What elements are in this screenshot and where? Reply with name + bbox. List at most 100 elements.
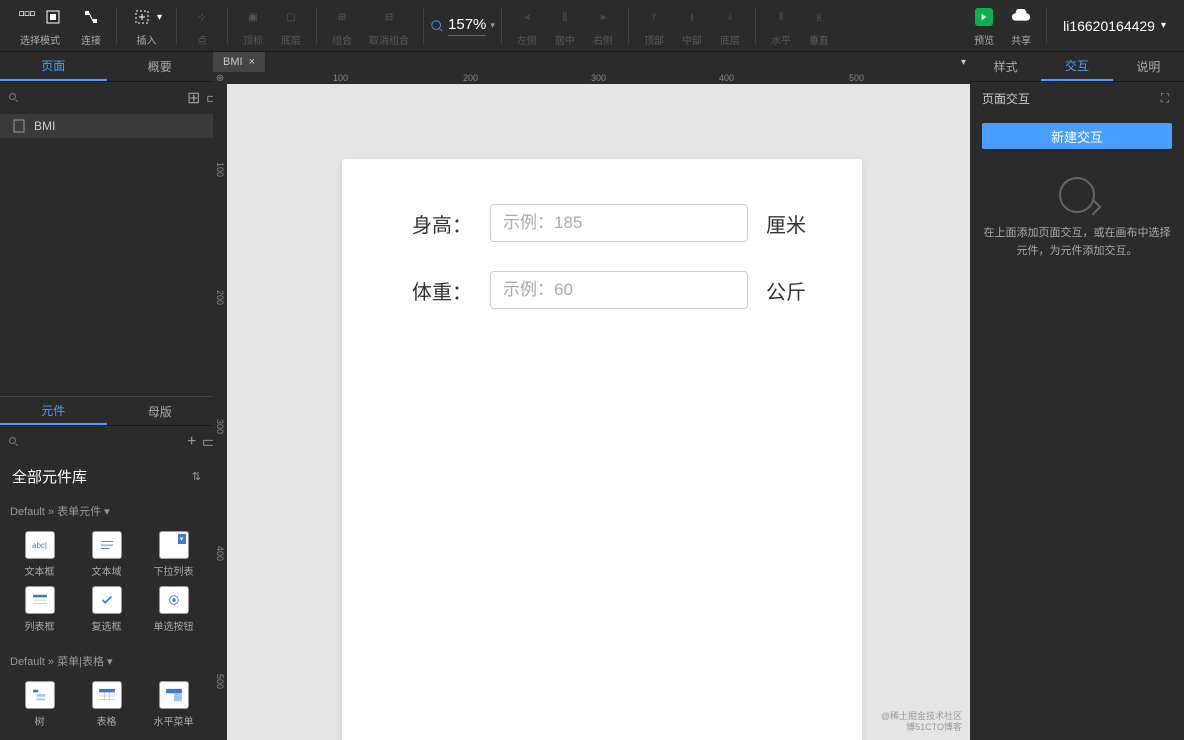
align-top: ⫯顶部 <box>635 0 673 51</box>
user-menu[interactable]: li16620164429 ▾ <box>1053 18 1176 34</box>
topbar: 选择模式 连接 ▾ 插入 ⊹ 点 ▣顶标 ▢底层 ⊞组合 ⊟取消组合 157% … <box>0 0 1184 52</box>
tab-style[interactable]: 样式 <box>970 52 1041 81</box>
widget-textfield[interactable]: abc|文本框 <box>10 531 69 578</box>
canvas-tab-bmi[interactable]: BMI × <box>213 52 265 72</box>
align-right-icon: ⫸ <box>592 6 614 28</box>
watermark: @稀土掘金技术社区 博51CTO博客 <box>881 711 962 734</box>
height-input[interactable] <box>490 204 748 242</box>
search-icon[interactable] <box>8 91 20 105</box>
align-bottom-icon: ⫰ <box>719 6 741 28</box>
tab-outline[interactable]: 概要 <box>107 52 214 81</box>
plus-icon[interactable]: + <box>187 435 196 449</box>
divider <box>501 8 502 44</box>
weight-unit: 公斤 <box>766 276 806 305</box>
cloud-icon <box>1010 6 1032 28</box>
ruler-horizontal: ⊕ 100 200 300 400 500 <box>213 72 970 84</box>
align-top-icon: ⫯ <box>643 6 665 28</box>
page-item-bmi[interactable]: BMI <box>0 114 213 138</box>
divider <box>227 8 228 44</box>
widget-checkbox[interactable]: 复选框 <box>77 586 136 633</box>
select-mode-group[interactable]: 选择模式 <box>8 0 72 51</box>
weight-row: 体重： 公斤 <box>412 271 806 309</box>
connect-group[interactable]: 连接 <box>72 0 110 51</box>
divider <box>755 8 756 44</box>
divider <box>116 8 117 44</box>
canvas-tabs: BMI × ▾ <box>213 52 970 72</box>
widget-droplist[interactable]: ▾下拉列表 <box>144 531 203 578</box>
library-dropdown[interactable]: 全部元件库 ⇅ <box>0 458 213 495</box>
align-bottom: ⫰底层 <box>711 0 749 51</box>
widget-tree[interactable]: 树 <box>10 681 69 728</box>
tabs-dropdown-icon[interactable]: ▾ <box>961 57 966 68</box>
updown-icon: ⇅ <box>192 470 201 483</box>
tab-masters[interactable]: 母版 <box>107 397 214 425</box>
search-icon <box>430 19 444 33</box>
align-right: ⫸右侧 <box>584 0 622 51</box>
right-tab-row: 样式 交互 说明 <box>970 52 1184 82</box>
tab-pages[interactable]: 页面 <box>0 52 107 81</box>
insert-group[interactable]: ▾ 插入 <box>123 0 170 51</box>
widgets-search-input[interactable] <box>26 435 181 449</box>
ruler-origin-icon: ⊕ <box>213 72 227 84</box>
pages-tab-row: 页面 概要 <box>0 52 213 82</box>
height-row: 身高： 厘米 <box>412 204 806 242</box>
widget-section-menus: Default » 菜单|表格 ▾ 树 表格 水平菜单 <box>0 645 213 740</box>
zoom-control[interactable]: 157% ▾ <box>430 16 495 36</box>
weight-label: 体重： <box>412 276 472 305</box>
divider <box>628 8 629 44</box>
widget-listbox[interactable]: 列表框 <box>10 586 69 633</box>
select-boxes-icon <box>16 6 38 28</box>
page-rectangle[interactable]: 身高： 厘米 体重： 公斤 <box>342 159 862 740</box>
share-group[interactable]: 共享 <box>1002 0 1040 51</box>
left-panel: 页面 概要 ⊞ ▭ BMI 元件 母版 + ▭ ⋮ 全部元件库 ⇅ <box>0 52 213 740</box>
ungroup-icon: ⊟ <box>378 6 400 28</box>
align-left-icon: ⫷ <box>516 6 538 28</box>
new-interaction-button[interactable]: 新建交互 <box>982 123 1172 149</box>
point-icon: ⊹ <box>191 6 213 28</box>
tab-widgets[interactable]: 元件 <box>0 397 107 425</box>
widget-section-forms: Default » 表单元件 ▾ abc|文本框 文本域 ▾下拉列表 列表框 复… <box>0 495 213 645</box>
interaction-empty-state: 在上面添加页面交互，或在画布中选择元件，为元件添加交互。 <box>970 157 1184 280</box>
dist-h-icon: ⫴ <box>770 6 792 28</box>
tab-interaction[interactable]: 交互 <box>1041 52 1112 81</box>
align-middle-icon: ⫲ <box>681 6 703 28</box>
widgets-tab-row: 元件 母版 <box>0 396 213 426</box>
dist-h: ⫴水平 <box>762 0 800 51</box>
divider <box>316 8 317 44</box>
send-back-icon: ▢ <box>280 6 302 28</box>
align-left: ⫷左侧 <box>508 0 546 51</box>
height-label: 身高： <box>412 209 472 238</box>
select-single-icon <box>42 6 64 28</box>
pages-search-row: ⊞ ▭ <box>0 82 213 114</box>
zbottom-group: ▢底层 <box>272 0 310 51</box>
align-middle: ⫲中部 <box>673 0 711 51</box>
main-area: 页面 概要 ⊞ ▭ BMI 元件 母版 + ▭ ⋮ 全部元件库 ⇅ <box>0 52 1184 740</box>
pages-search-input[interactable] <box>26 91 181 105</box>
search-icon[interactable] <box>8 435 20 449</box>
divider <box>1046 8 1047 44</box>
widget-radio[interactable]: 单选按钮 <box>144 586 203 633</box>
dist-v-icon: ⫵ <box>808 6 830 28</box>
widget-hmenu[interactable]: 水平菜单 <box>144 681 203 728</box>
widgets-search-row: + ▭ ⋮ <box>0 426 213 458</box>
dist-v: ⫵垂直 <box>800 0 838 51</box>
ztop-group: ▣顶标 <box>234 0 272 51</box>
page-icon <box>12 119 26 133</box>
preview-group[interactable]: 预览 <box>966 0 1002 51</box>
widget-table[interactable]: 表格 <box>77 681 136 728</box>
close-icon[interactable]: × <box>249 56 255 68</box>
align-center-h-icon: ⫼ <box>554 6 576 28</box>
divider <box>176 8 177 44</box>
tab-notes[interactable]: 说明 <box>1113 52 1184 81</box>
center-area: BMI × ▾ ⊕ 100 200 300 400 500 100 200 30… <box>213 52 970 740</box>
widget-textarea[interactable]: 文本域 <box>77 531 136 578</box>
group-icon: ⊞ <box>331 6 353 28</box>
weight-input[interactable] <box>490 271 748 309</box>
add-page-icon[interactable]: ⊞ <box>187 91 200 105</box>
height-unit: 厘米 <box>766 209 806 238</box>
canvas[interactable]: 身高： 厘米 体重： 公斤 @稀土掘金技术社区 博51CTO博客 <box>227 84 970 740</box>
right-panel: 样式 交互 说明 页面交互 ⛶ 新建交互 在上面添加页面交互，或在画布中选择元件… <box>970 52 1184 740</box>
chevron-down-icon: ▾ <box>490 20 495 31</box>
ruler-vertical: 100 200 300 400 500 <box>213 84 227 740</box>
expand-icon[interactable]: ⛶ <box>1158 92 1172 106</box>
